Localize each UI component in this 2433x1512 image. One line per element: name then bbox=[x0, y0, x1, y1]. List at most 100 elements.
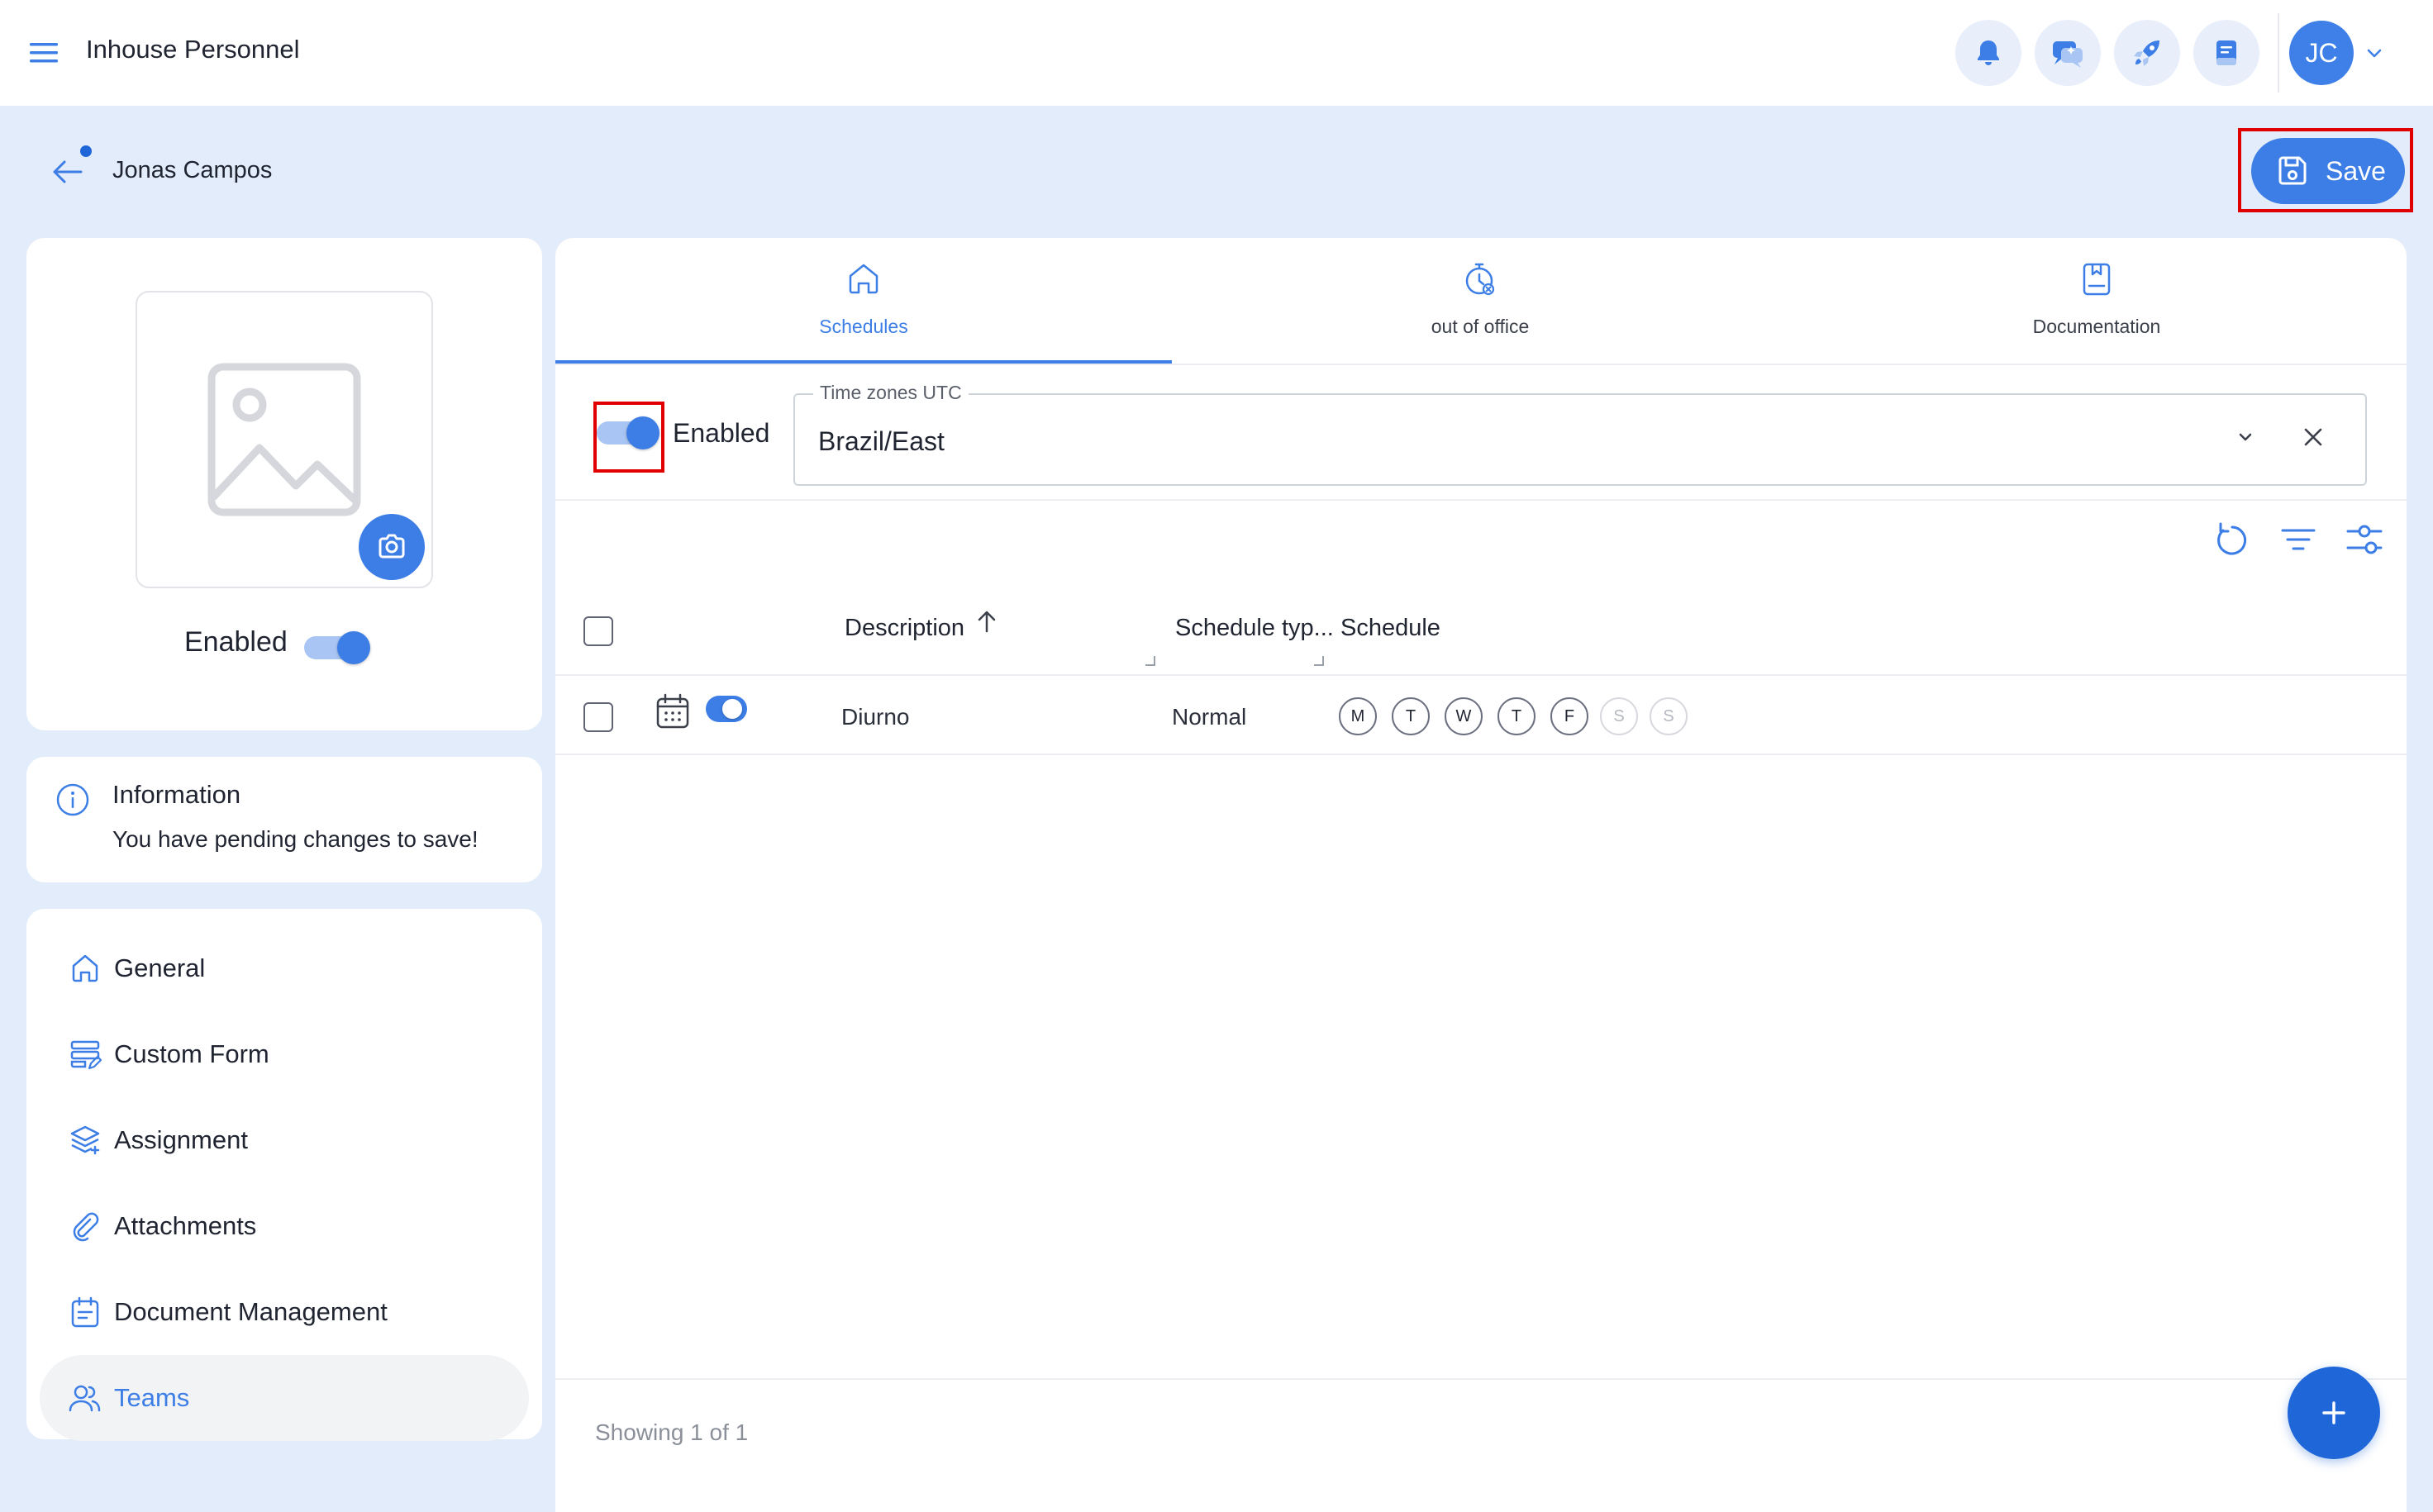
upload-photo-button[interactable] bbox=[359, 514, 425, 580]
nav-item-teams[interactable]: Teams bbox=[40, 1355, 529, 1441]
nav-item-document-management[interactable]: Document Management bbox=[40, 1269, 529, 1355]
timer-icon bbox=[1465, 263, 1495, 296]
active-tab-indicator bbox=[555, 360, 1172, 364]
home-icon bbox=[849, 264, 878, 294]
tab-label: out of office bbox=[1431, 316, 1530, 337]
save-button-label: Save bbox=[2326, 155, 2386, 186]
app-title: Inhouse Personnel bbox=[86, 35, 300, 64]
chevron-down-icon[interactable] bbox=[2365, 44, 2383, 62]
nav-label: Attachments bbox=[114, 1211, 257, 1240]
footer-divider bbox=[555, 1378, 2407, 1380]
close-icon[interactable] bbox=[2301, 425, 2326, 449]
assistant-chat-button[interactable] bbox=[2035, 20, 2101, 86]
column-header-schedule-type[interactable]: Schedule typ... bbox=[1175, 615, 1334, 642]
layers-icon bbox=[70, 1125, 100, 1155]
schedules-enabled-toggle[interactable] bbox=[597, 415, 661, 451]
toggle-knob bbox=[337, 631, 370, 664]
camera-icon bbox=[379, 534, 405, 559]
floppy-disk-icon bbox=[2278, 156, 2307, 185]
nav-item-custom-form[interactable]: Custom Form bbox=[40, 1011, 529, 1097]
profile-card: Enabled bbox=[26, 238, 542, 730]
row-enabled-toggle[interactable] bbox=[704, 692, 747, 725]
toggle-knob bbox=[626, 416, 659, 449]
sliders-icon bbox=[2346, 525, 2383, 554]
day-chip-wednesday: W bbox=[1445, 697, 1483, 735]
profile-enabled-label: Enabled bbox=[184, 626, 288, 658]
nav-label: Assignment bbox=[114, 1125, 248, 1154]
paperclip-icon bbox=[73, 1212, 99, 1242]
unsaved-indicator-dot bbox=[80, 145, 92, 157]
refresh-icon bbox=[2217, 522, 2247, 555]
user-menu[interactable]: JC bbox=[2278, 13, 2402, 93]
chat-sparkle-icon bbox=[2053, 41, 2083, 68]
notes-button[interactable] bbox=[2193, 20, 2259, 86]
tab-bar: Schedules out of office Documentation bbox=[555, 238, 2407, 365]
timezone-select[interactable]: Time zones UTC Brazil/East bbox=[793, 382, 2367, 486]
rocket-icon bbox=[2134, 40, 2159, 66]
pending-changes-info-card: Information You have pending changes to … bbox=[26, 757, 542, 882]
notes-icon bbox=[2216, 40, 2236, 65]
tab-label: Schedules bbox=[819, 316, 908, 337]
day-chip-saturday: S bbox=[1600, 697, 1638, 735]
tab-schedules[interactable]: Schedules bbox=[555, 238, 1172, 365]
section-nav: General Custom Form Assignment Attachmen… bbox=[26, 909, 542, 1441]
nav-label: Custom Form bbox=[114, 1039, 269, 1068]
calendar-icon[interactable] bbox=[655, 692, 691, 730]
day-chip-sunday: S bbox=[1650, 697, 1688, 735]
tab-documentation[interactable]: Documentation bbox=[1788, 238, 2405, 365]
info-message: You have pending changes to save! bbox=[112, 826, 479, 852]
nav-item-general[interactable]: General bbox=[40, 925, 529, 1011]
info-title: Information bbox=[112, 780, 241, 809]
bookmark-doc-icon bbox=[2083, 263, 2111, 296]
row-checkbox[interactable] bbox=[583, 702, 613, 732]
filter-button[interactable] bbox=[2278, 519, 2319, 560]
tab-label: Documentation bbox=[2032, 316, 2161, 337]
users-icon bbox=[69, 1385, 101, 1412]
person-name: Jonas Campos bbox=[112, 157, 273, 183]
avatar[interactable]: JC bbox=[2289, 21, 2354, 85]
timezone-value: Brazil/East bbox=[818, 426, 945, 456]
plus-icon bbox=[2322, 1401, 2345, 1424]
home-icon bbox=[72, 954, 98, 982]
notifications-button[interactable] bbox=[1955, 20, 2021, 86]
divider bbox=[555, 674, 2407, 676]
column-settings-button[interactable] bbox=[2344, 519, 2385, 560]
day-chip-monday: M bbox=[1339, 697, 1377, 735]
nav-label: Teams bbox=[114, 1383, 190, 1412]
column-resize-handle[interactable] bbox=[1145, 656, 1155, 666]
day-chip-thursday: T bbox=[1497, 697, 1536, 735]
chevron-down-icon[interactable] bbox=[2235, 426, 2256, 448]
hamburger-menu-icon[interactable] bbox=[28, 36, 61, 69]
row-schedule-type: Normal bbox=[1172, 704, 1247, 730]
column-header-description[interactable]: Description bbox=[845, 615, 964, 642]
tab-out-of-office[interactable]: out of office bbox=[1172, 238, 1788, 365]
column-resize-handle[interactable] bbox=[1314, 656, 1324, 666]
toggle-knob bbox=[722, 699, 742, 719]
image-placeholder-icon bbox=[207, 363, 361, 516]
day-chip-tuesday: T bbox=[1392, 697, 1430, 735]
calendar-doc-icon bbox=[71, 1296, 99, 1328]
nav-item-assignment[interactable]: Assignment bbox=[40, 1097, 529, 1183]
refresh-button[interactable] bbox=[2212, 519, 2253, 560]
add-schedule-button[interactable] bbox=[2288, 1367, 2380, 1459]
save-button[interactable]: Save bbox=[2251, 138, 2405, 204]
schedules-enabled-label: Enabled bbox=[673, 418, 770, 448]
divider bbox=[555, 499, 2407, 501]
column-header-schedule[interactable]: Schedule bbox=[1340, 615, 1440, 642]
launch-button[interactable] bbox=[2114, 20, 2180, 86]
nav-label: Document Management bbox=[114, 1297, 388, 1326]
timezone-legend: Time zones UTC bbox=[813, 382, 969, 404]
form-icon bbox=[70, 1040, 102, 1070]
select-all-checkbox[interactable] bbox=[583, 616, 613, 646]
info-icon bbox=[56, 783, 89, 816]
bell-icon bbox=[1978, 40, 1999, 65]
pagination-status: Showing 1 of 1 bbox=[595, 1419, 749, 1445]
filter-lines-icon bbox=[2281, 529, 2316, 550]
arrow-up-icon[interactable] bbox=[975, 608, 998, 635]
row-description: Diurno bbox=[841, 704, 910, 730]
divider bbox=[555, 754, 2407, 755]
day-chip-friday: F bbox=[1550, 697, 1588, 735]
nav-item-attachments[interactable]: Attachments bbox=[40, 1183, 529, 1269]
profile-enabled-toggle[interactable] bbox=[304, 630, 370, 666]
nav-label: General bbox=[114, 953, 206, 982]
